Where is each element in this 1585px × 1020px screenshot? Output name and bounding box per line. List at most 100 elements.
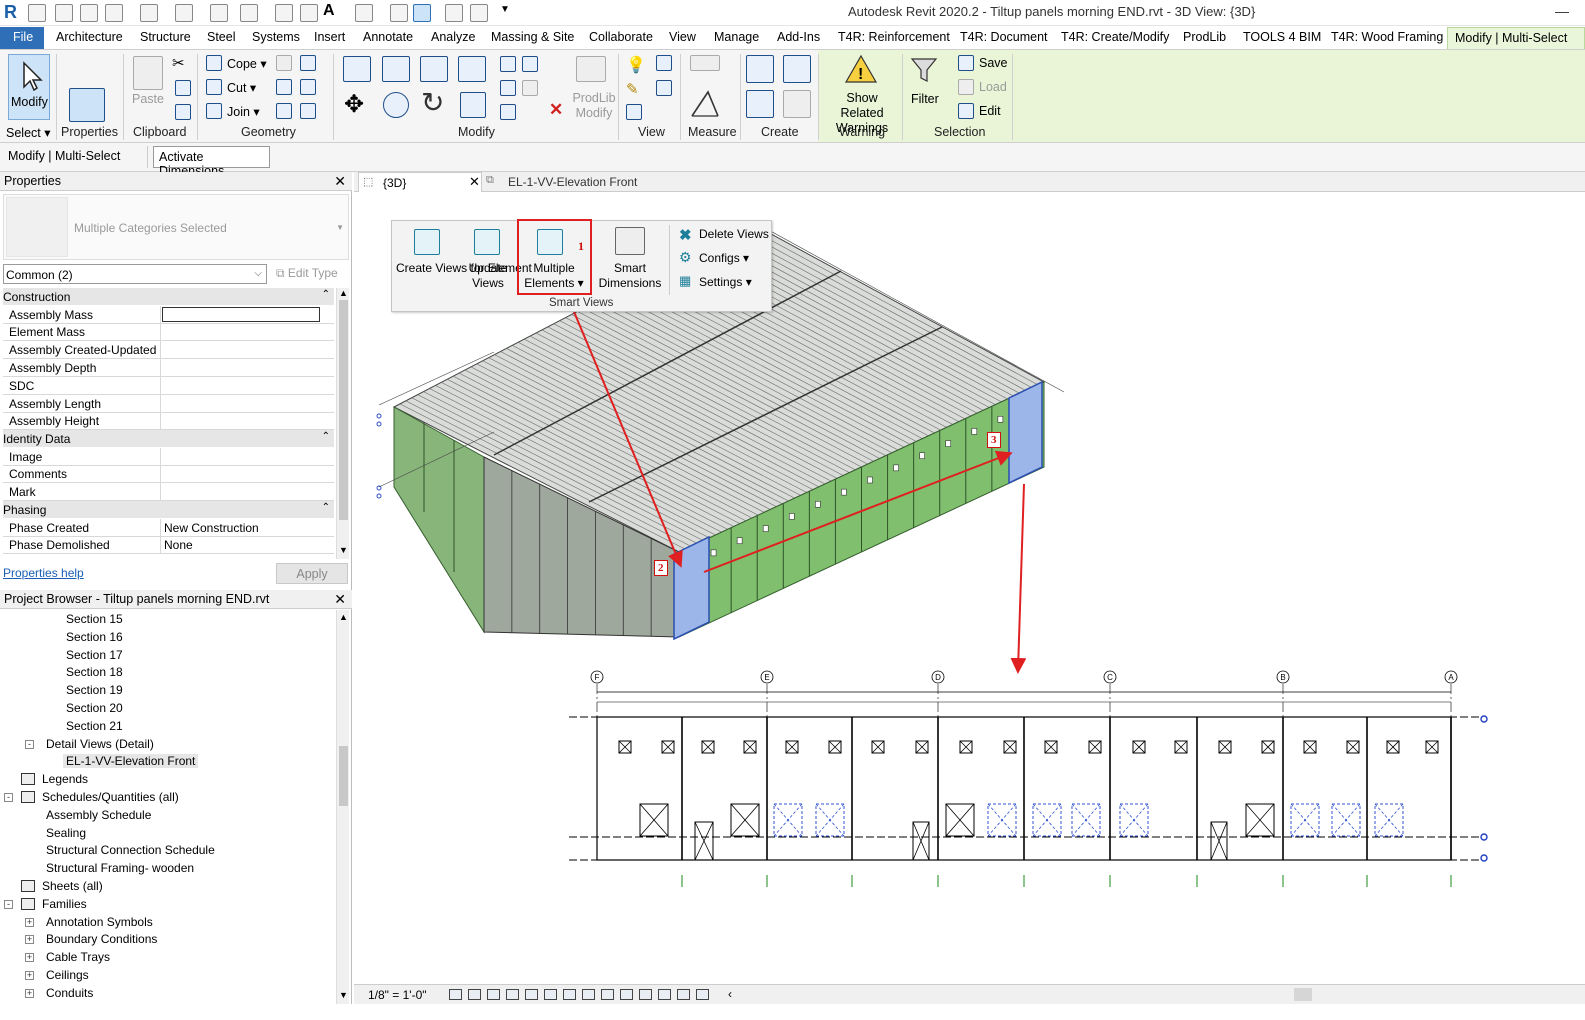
scroll-left-icon[interactable]: ‹ — [728, 987, 732, 1001]
cut-scissors-icon[interactable]: ✂ — [172, 54, 185, 72]
edit-selection-button[interactable]: Edit — [979, 104, 1001, 118]
browser-item[interactable]: Section 15 — [66, 612, 123, 626]
scroll-up-icon[interactable]: ▲ — [339, 612, 348, 622]
scroll-up-icon[interactable]: ▲ — [339, 288, 348, 298]
view-tab-elevation-front[interactable]: ⧉ EL-1-VV-Elevation Front — [486, 172, 666, 192]
browser-item[interactable]: Conduits — [46, 986, 93, 1000]
load-selection-icon[interactable] — [958, 79, 974, 95]
properties-icon[interactable] — [69, 88, 105, 122]
3d-view-icon[interactable] — [355, 4, 373, 22]
drawing-canvas[interactable]: F E D C B A Create Views for Element Update V… — [354, 192, 1585, 984]
edit-type-button[interactable]: ⧉ Edit Type — [276, 266, 338, 281]
unlock-3d-icon[interactable] — [563, 989, 576, 1000]
worksharing-icon[interactable] — [639, 989, 652, 1000]
tab-annotate[interactable]: Annotate — [363, 30, 413, 44]
close-icon[interactable]: ✕ — [469, 174, 480, 190]
text-icon[interactable]: A — [323, 2, 341, 20]
prodlib-modify-icon[interactable] — [576, 56, 606, 82]
collapse-icon[interactable]: ⌃ — [322, 502, 330, 513]
settings-button[interactable]: Settings ▾ — [699, 275, 752, 290]
lightbulb-icon[interactable]: 💡 — [626, 55, 646, 75]
cut-geometry-icon[interactable] — [206, 79, 222, 95]
join-icon[interactable] — [206, 103, 222, 119]
home-icon[interactable] — [28, 4, 46, 22]
hide-element-icon[interactable] — [626, 104, 642, 120]
copy-icon[interactable] — [175, 80, 191, 96]
tab-analyze[interactable]: Analyze — [431, 30, 475, 44]
tag-icon[interactable] — [300, 4, 318, 22]
hammer-icon[interactable] — [300, 103, 316, 119]
customize-qat-icon[interactable]: ▼ — [500, 4, 518, 22]
cope-button[interactable]: Cope ▾ — [227, 56, 267, 71]
join-button[interactable]: Join ▾ — [227, 104, 260, 119]
tab-prodlib[interactable]: ProdLib — [1183, 30, 1226, 44]
sync-icon[interactable] — [105, 4, 123, 22]
move-icon[interactable]: ✥ — [344, 90, 364, 119]
expand-icon[interactable]: + — [25, 935, 34, 945]
browser-item[interactable]: Section 18 — [66, 665, 123, 679]
lightbulb-icon[interactable] — [620, 989, 633, 1000]
property-value[interactable]: New Construction — [164, 521, 259, 535]
demolish-icon[interactable] — [300, 79, 316, 95]
tab-file[interactable]: File — [0, 27, 44, 49]
tab-modify-multi-select[interactable]: Modify | Multi-Select — [1447, 27, 1585, 49]
switch-windows-icon[interactable] — [470, 4, 488, 22]
save-selection-icon[interactable] — [958, 55, 974, 71]
rotate-icon[interactable]: ↻ — [421, 86, 444, 119]
browser-item[interactable]: Assembly Schedule — [46, 808, 151, 822]
detail-level-icon[interactable] — [449, 989, 462, 1000]
filter-button[interactable]: Filter — [911, 92, 939, 106]
delete-views-button[interactable]: Delete Views — [699, 227, 769, 242]
cope-icon[interactable] — [206, 55, 222, 71]
crop-view-icon[interactable] — [525, 989, 538, 1000]
tab-massing-site[interactable]: Massing & Site — [491, 30, 574, 44]
pin-icon[interactable] — [500, 104, 516, 120]
sun-path-icon[interactable] — [487, 989, 500, 1000]
thin-lines-icon[interactable] — [413, 4, 431, 22]
create-views-button[interactable]: Create Views for Element — [396, 261, 532, 276]
tab-structure[interactable]: Structure — [140, 30, 191, 44]
prodlib-modify-button[interactable]: ProdLib Modify — [572, 91, 616, 121]
multiple-elements-button[interactable]: Multiple Elements ▾ — [524, 261, 584, 291]
scale-icon[interactable] — [522, 80, 538, 96]
property-category[interactable]: Identity Data ⌃ — [3, 430, 334, 448]
minimize-icon[interactable]: — — [1555, 3, 1569, 19]
scale-selector[interactable]: 1/8" = 1'-0" — [368, 988, 427, 1002]
dimension-icon[interactable] — [275, 4, 293, 22]
create-parts-icon[interactable] — [783, 55, 811, 83]
tab-t4r-wood-framing[interactable]: T4R: Wood Framing — [1331, 30, 1443, 44]
redo-icon[interactable] — [175, 4, 193, 22]
browser-item[interactable]: Structural Connection Schedule — [46, 843, 215, 857]
offset-icon[interactable] — [382, 56, 410, 82]
tab-t4r-reinforcement[interactable]: T4R: Reinforcement — [838, 30, 950, 44]
mirror-draw-icon[interactable] — [458, 56, 486, 82]
tab-systems[interactable]: Systems — [252, 30, 300, 44]
tab-architecture[interactable]: Architecture — [56, 30, 123, 44]
section-icon[interactable] — [390, 4, 408, 22]
trim-extend-icon[interactable] — [460, 92, 486, 118]
tab-steel[interactable]: Steel — [207, 30, 236, 44]
shadows-icon[interactable] — [506, 989, 519, 1000]
paint-icon[interactable] — [276, 79, 292, 95]
linework-icon[interactable] — [656, 55, 672, 71]
assembly-mass-input[interactable] — [162, 306, 320, 322]
constraints-icon[interactable] — [696, 989, 709, 1000]
tab-insert[interactable]: Insert — [314, 30, 345, 44]
browser-item[interactable]: Detail Views (Detail) — [46, 737, 154, 751]
expand-icon[interactable]: + — [25, 971, 34, 980]
activate-dimensions-button[interactable]: Activate Dimensions — [153, 146, 270, 178]
split-element-icon[interactable] — [500, 56, 516, 72]
save-selection-button[interactable]: Save — [979, 56, 1008, 70]
view-tab-3d[interactable]: ⬚ {3D} ✕ — [358, 172, 482, 192]
measure-between-icon[interactable] — [690, 55, 720, 71]
tab-view[interactable]: View — [669, 30, 696, 44]
expand-icon[interactable]: + — [25, 953, 34, 963]
reveal-hidden-icon[interactable] — [601, 989, 614, 1000]
save-icon[interactable] — [80, 4, 98, 22]
show-crop-icon[interactable] — [544, 989, 557, 1000]
property-category[interactable]: Construction ⌃ — [3, 288, 334, 305]
browser-item[interactable]: Annotation Symbols — [46, 915, 153, 929]
browser-item[interactable]: Section 17 — [66, 648, 123, 662]
properties-help-link[interactable]: Properties help — [3, 566, 84, 580]
scroll-down-icon[interactable]: ▼ — [339, 990, 348, 1000]
